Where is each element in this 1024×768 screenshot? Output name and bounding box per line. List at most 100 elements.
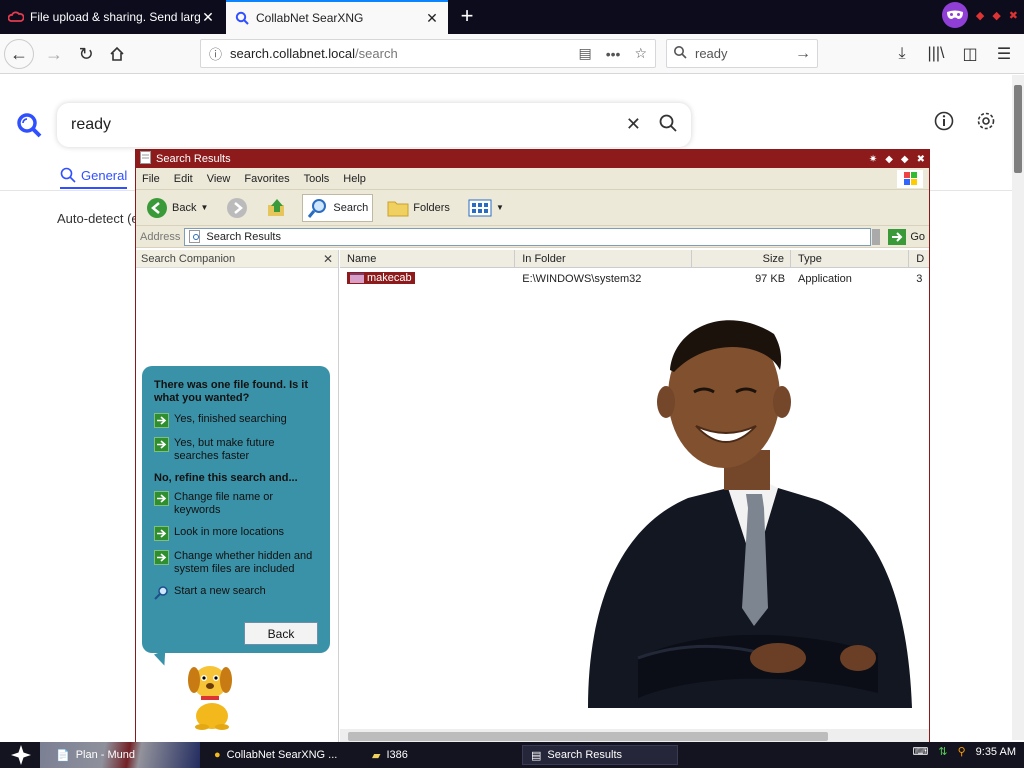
go-button[interactable]: Go: [888, 228, 925, 245]
menu-favorites[interactable]: Favorites: [244, 173, 289, 185]
dropdown-arrow-icon[interactable]: ▼: [200, 203, 208, 212]
menu-view[interactable]: View: [207, 173, 231, 185]
window-titlebar[interactable]: Search Results ✷ ◆ ◆ ✖: [136, 150, 929, 168]
taskbar-item-searxng[interactable]: ● CollabNet SearXNG ...: [206, 745, 356, 765]
option-finished-searching[interactable]: Yes, finished searching: [154, 413, 318, 428]
search-companion-pane: Search Companion ✕ There was one file fo…: [136, 250, 339, 743]
up-folder-button[interactable]: [262, 195, 292, 221]
col-in-folder[interactable]: In Folder: [515, 250, 693, 267]
dropdown-arrow-icon[interactable]: ▼: [496, 203, 504, 212]
option-more-locations[interactable]: Look in more locations: [154, 526, 318, 541]
taskbar-item-plan[interactable]: 📄 Plan - Mund: [48, 745, 198, 765]
menu-help[interactable]: Help: [343, 173, 366, 185]
views-button[interactable]: ▼: [464, 197, 508, 219]
close-window-icon[interactable]: ✖: [1009, 9, 1018, 22]
bookmark-star-icon[interactable]: ☆: [634, 45, 647, 62]
address-bar: Address Search Results Go: [136, 226, 929, 248]
url-bar[interactable]: ⓘ search.collabnet.local/search ▤ ••• ☆: [200, 39, 656, 68]
about-info-icon[interactable]: [934, 111, 954, 134]
page-actions-icon[interactable]: •••: [606, 46, 621, 62]
menu-edit[interactable]: Edit: [174, 173, 193, 185]
option-change-filename[interactable]: Change file name or keywords: [154, 491, 318, 517]
close-icon[interactable]: ✕: [424, 10, 440, 27]
green-arrow-icon: [154, 437, 169, 452]
maximize-icon[interactable]: ◆: [901, 154, 909, 165]
option-new-search[interactable]: Start a new search: [154, 585, 318, 604]
col-type[interactable]: Type: [791, 250, 910, 267]
option-faster-searches[interactable]: Yes, but make future searches faster: [154, 437, 318, 463]
go-arrow-icon[interactable]: →: [795, 45, 811, 63]
page-scrollbar[interactable]: [1012, 75, 1024, 740]
sidebar-icon[interactable]: ◫: [958, 38, 982, 70]
forward-button[interactable]: [222, 195, 252, 221]
url-text: search.collabnet.local/search: [230, 46, 398, 61]
col-date[interactable]: D: [909, 250, 929, 267]
col-name[interactable]: Name: [340, 250, 516, 267]
new-tab-button[interactable]: +: [454, 4, 480, 30]
address-input[interactable]: Search Results: [184, 227, 872, 246]
back-arrow-icon[interactable]: ←: [4, 39, 34, 69]
close-icon[interactable]: ✕: [323, 252, 333, 266]
dog-icon: ●: [214, 749, 221, 761]
forward-arrow-icon[interactable]: →: [38, 38, 70, 70]
reader-view-icon[interactable]: ▤: [578, 45, 591, 62]
taskbar-item-i386[interactable]: ▰ I386: [364, 745, 514, 765]
tab-general-label: General: [81, 167, 128, 183]
search-button[interactable]: Search: [302, 193, 374, 222]
clear-icon[interactable]: ✕: [626, 114, 641, 137]
pin-icon[interactable]: ✷: [869, 154, 877, 165]
table-row[interactable]: makecab E:\WINDOWS\system32 97 KB Applic…: [340, 270, 929, 288]
search-results-icon: [189, 230, 201, 243]
search-results-window-icon: [140, 151, 152, 167]
downloads-icon[interactable]: ⤓: [890, 38, 914, 70]
back-button[interactable]: Back ▼: [142, 195, 212, 221]
network-icon[interactable]: ⇅: [938, 745, 947, 758]
clock[interactable]: 9:35 AM: [976, 746, 1016, 758]
search-assistant-dog-icon[interactable]: [184, 658, 240, 733]
menu-file[interactable]: File: [142, 173, 160, 185]
results-horizontal-scrollbar[interactable]: [340, 729, 929, 743]
go-label: Go: [910, 230, 925, 243]
maximize-window-icon[interactable]: ◆: [992, 9, 1000, 22]
option-hidden-files[interactable]: Change whether hidden and system files a…: [154, 550, 318, 576]
tab-general[interactable]: General: [60, 167, 128, 189]
col-size[interactable]: Size: [692, 250, 792, 267]
folders-button[interactable]: Folders: [383, 197, 454, 219]
taskbar-item-search-results[interactable]: ▤ Search Results: [522, 745, 678, 765]
searxng-logo-icon[interactable]: [16, 112, 42, 141]
close-icon[interactable]: ✖: [917, 154, 925, 165]
results-column-headers: Name In Folder Size Type D: [340, 250, 929, 268]
search-input[interactable]: ready ✕: [57, 103, 691, 147]
search-label: Search: [333, 201, 369, 214]
cloud-icon: [8, 9, 24, 25]
browser-search-box[interactable]: ready →: [666, 39, 818, 68]
scrollbar-thumb[interactable]: [348, 732, 828, 741]
scrollbar-thumb[interactable]: [1014, 85, 1022, 173]
settings-gear-icon[interactable]: [976, 111, 996, 134]
refine-heading: No, refine this search and...: [154, 472, 298, 484]
start-button[interactable]: [0, 742, 42, 768]
menu-icon[interactable]: ☰: [992, 38, 1016, 70]
go-arrow-icon: [888, 228, 907, 245]
keyboard-icon[interactable]: ⌨: [912, 745, 928, 758]
address-dropdown[interactable]: [872, 228, 881, 245]
close-icon[interactable]: ✕: [200, 9, 216, 26]
tab-file-upload[interactable]: File upload & sharing. Send large p ✕: [0, 0, 224, 34]
info-icon[interactable]: ⓘ: [209, 44, 222, 63]
search-tray-icon[interactable]: ⚲: [958, 745, 966, 758]
selected-file-name[interactable]: makecab: [347, 272, 415, 284]
minimize-window-icon[interactable]: ◆: [976, 9, 984, 22]
search-icon[interactable]: [659, 114, 677, 137]
tab-label: CollabNet SearXNG: [256, 11, 364, 25]
green-arrow-icon: [154, 550, 169, 565]
reload-icon[interactable]: ↻: [70, 38, 102, 70]
minimize-icon[interactable]: ◆: [885, 154, 893, 165]
home-icon[interactable]: [101, 38, 133, 70]
menu-tools[interactable]: Tools: [304, 173, 330, 185]
results-found-heading: There was one file found. Is it what you…: [154, 379, 309, 404]
companion-back-button[interactable]: Back: [244, 622, 318, 645]
magnifier-icon: [154, 585, 169, 604]
tab-searxng[interactable]: CollabNet SearXNG ✕: [226, 0, 448, 34]
library-icon[interactable]: |||\: [924, 38, 948, 70]
language-autodetect[interactable]: Auto-detect (e: [57, 211, 139, 226]
